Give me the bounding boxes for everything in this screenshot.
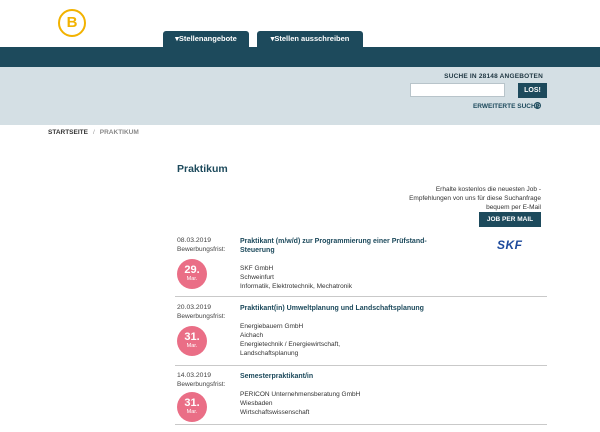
job-title-link[interactable]: Semesterpraktikant/in (240, 372, 460, 381)
job-fields: Energietechnik / Energiewirtschaft, Land… (240, 341, 341, 357)
job-listing: 08.03.2019 Bewerbungsfrist: 29. Mar. Prak… (175, 237, 547, 297)
job-location: Aichach (240, 332, 264, 339)
logo[interactable]: B (58, 9, 86, 37)
tab-stellenangebote[interactable]: ▾Stellenangebote (163, 31, 249, 47)
deadline-label: Bewerbungsfrist: (177, 381, 226, 388)
breadcrumb-home[interactable]: STARTSEITE (48, 129, 88, 136)
breadcrumb: STARTSEITE / PRAKTIKUM (48, 129, 139, 136)
job-date: 14.03.2019 (177, 372, 212, 379)
chevron-circle-icon[interactable] (534, 102, 541, 109)
job-company: Energiebauern GmbH (240, 323, 304, 330)
job-location: Schweinfurt (240, 274, 274, 281)
company-logo-skf[interactable]: SKF (497, 238, 523, 252)
job-location: Wiesbaden (240, 400, 273, 407)
logo-letter: B (66, 14, 78, 31)
job-fields: Wirtschaftswissenschaft (240, 409, 310, 416)
breadcrumb-current: PRAKTIKUM (99, 129, 139, 136)
job-date: 20.03.2019 (177, 304, 212, 311)
deadline-month: Mar. (186, 343, 198, 349)
page-title: Praktikum (177, 163, 228, 175)
job-listing: 20.03.2019 Bewerbungsfrist: 31. Mar. Prak… (175, 304, 547, 366)
search-input[interactable] (410, 83, 505, 97)
job-per-mail-button[interactable]: JOB PER MAIL (479, 212, 541, 227)
deadline-badge: 31. Mar. (177, 392, 207, 422)
deadline-day: 31. (184, 397, 200, 409)
deadline-day: 31. (184, 331, 200, 343)
search-caption: SUCHE IN 28148 ANGEBOTEN (444, 73, 543, 80)
deadline-month: Mar. (186, 409, 198, 415)
job-company: PERICON Unternehmensberatung GmbH (240, 391, 361, 398)
job-fields: Informatik, Elektrotechnik, Mechatronik (240, 283, 352, 290)
job-title-link[interactable]: Praktikant(in) Umweltplanung und Landsch… (240, 304, 510, 313)
job-company: SKF GmbH (240, 265, 274, 272)
nav-bar (0, 47, 600, 67)
deadline-day: 29. (184, 264, 200, 276)
deadline-label: Bewerbungsfrist: (177, 246, 226, 253)
search-button[interactable]: LOS! (518, 83, 547, 98)
tab-stellen-ausschreiben[interactable]: ▾Stellen ausschreiben (257, 31, 363, 47)
job-title-link[interactable]: Praktikant (m/w/d) zur Programmierung ei… (240, 237, 460, 255)
deadline-badge: 29. Mar. (177, 259, 207, 289)
job-date: 08.03.2019 (177, 237, 212, 244)
advanced-search-link[interactable]: ERWEITERTE SUCHE (473, 103, 540, 110)
job-listing: 14.03.2019 Bewerbungsfrist: 31. Mar. Seme… (175, 372, 547, 425)
deadline-badge: 31. Mar. (177, 326, 207, 356)
job-alert-text: Erhalte kostenlos die neuesten Job - Emp… (409, 186, 541, 211)
deadline-month: Mar. (186, 276, 198, 282)
breadcrumb-separator: / (92, 129, 95, 136)
deadline-label: Bewerbungsfrist: (177, 313, 226, 320)
